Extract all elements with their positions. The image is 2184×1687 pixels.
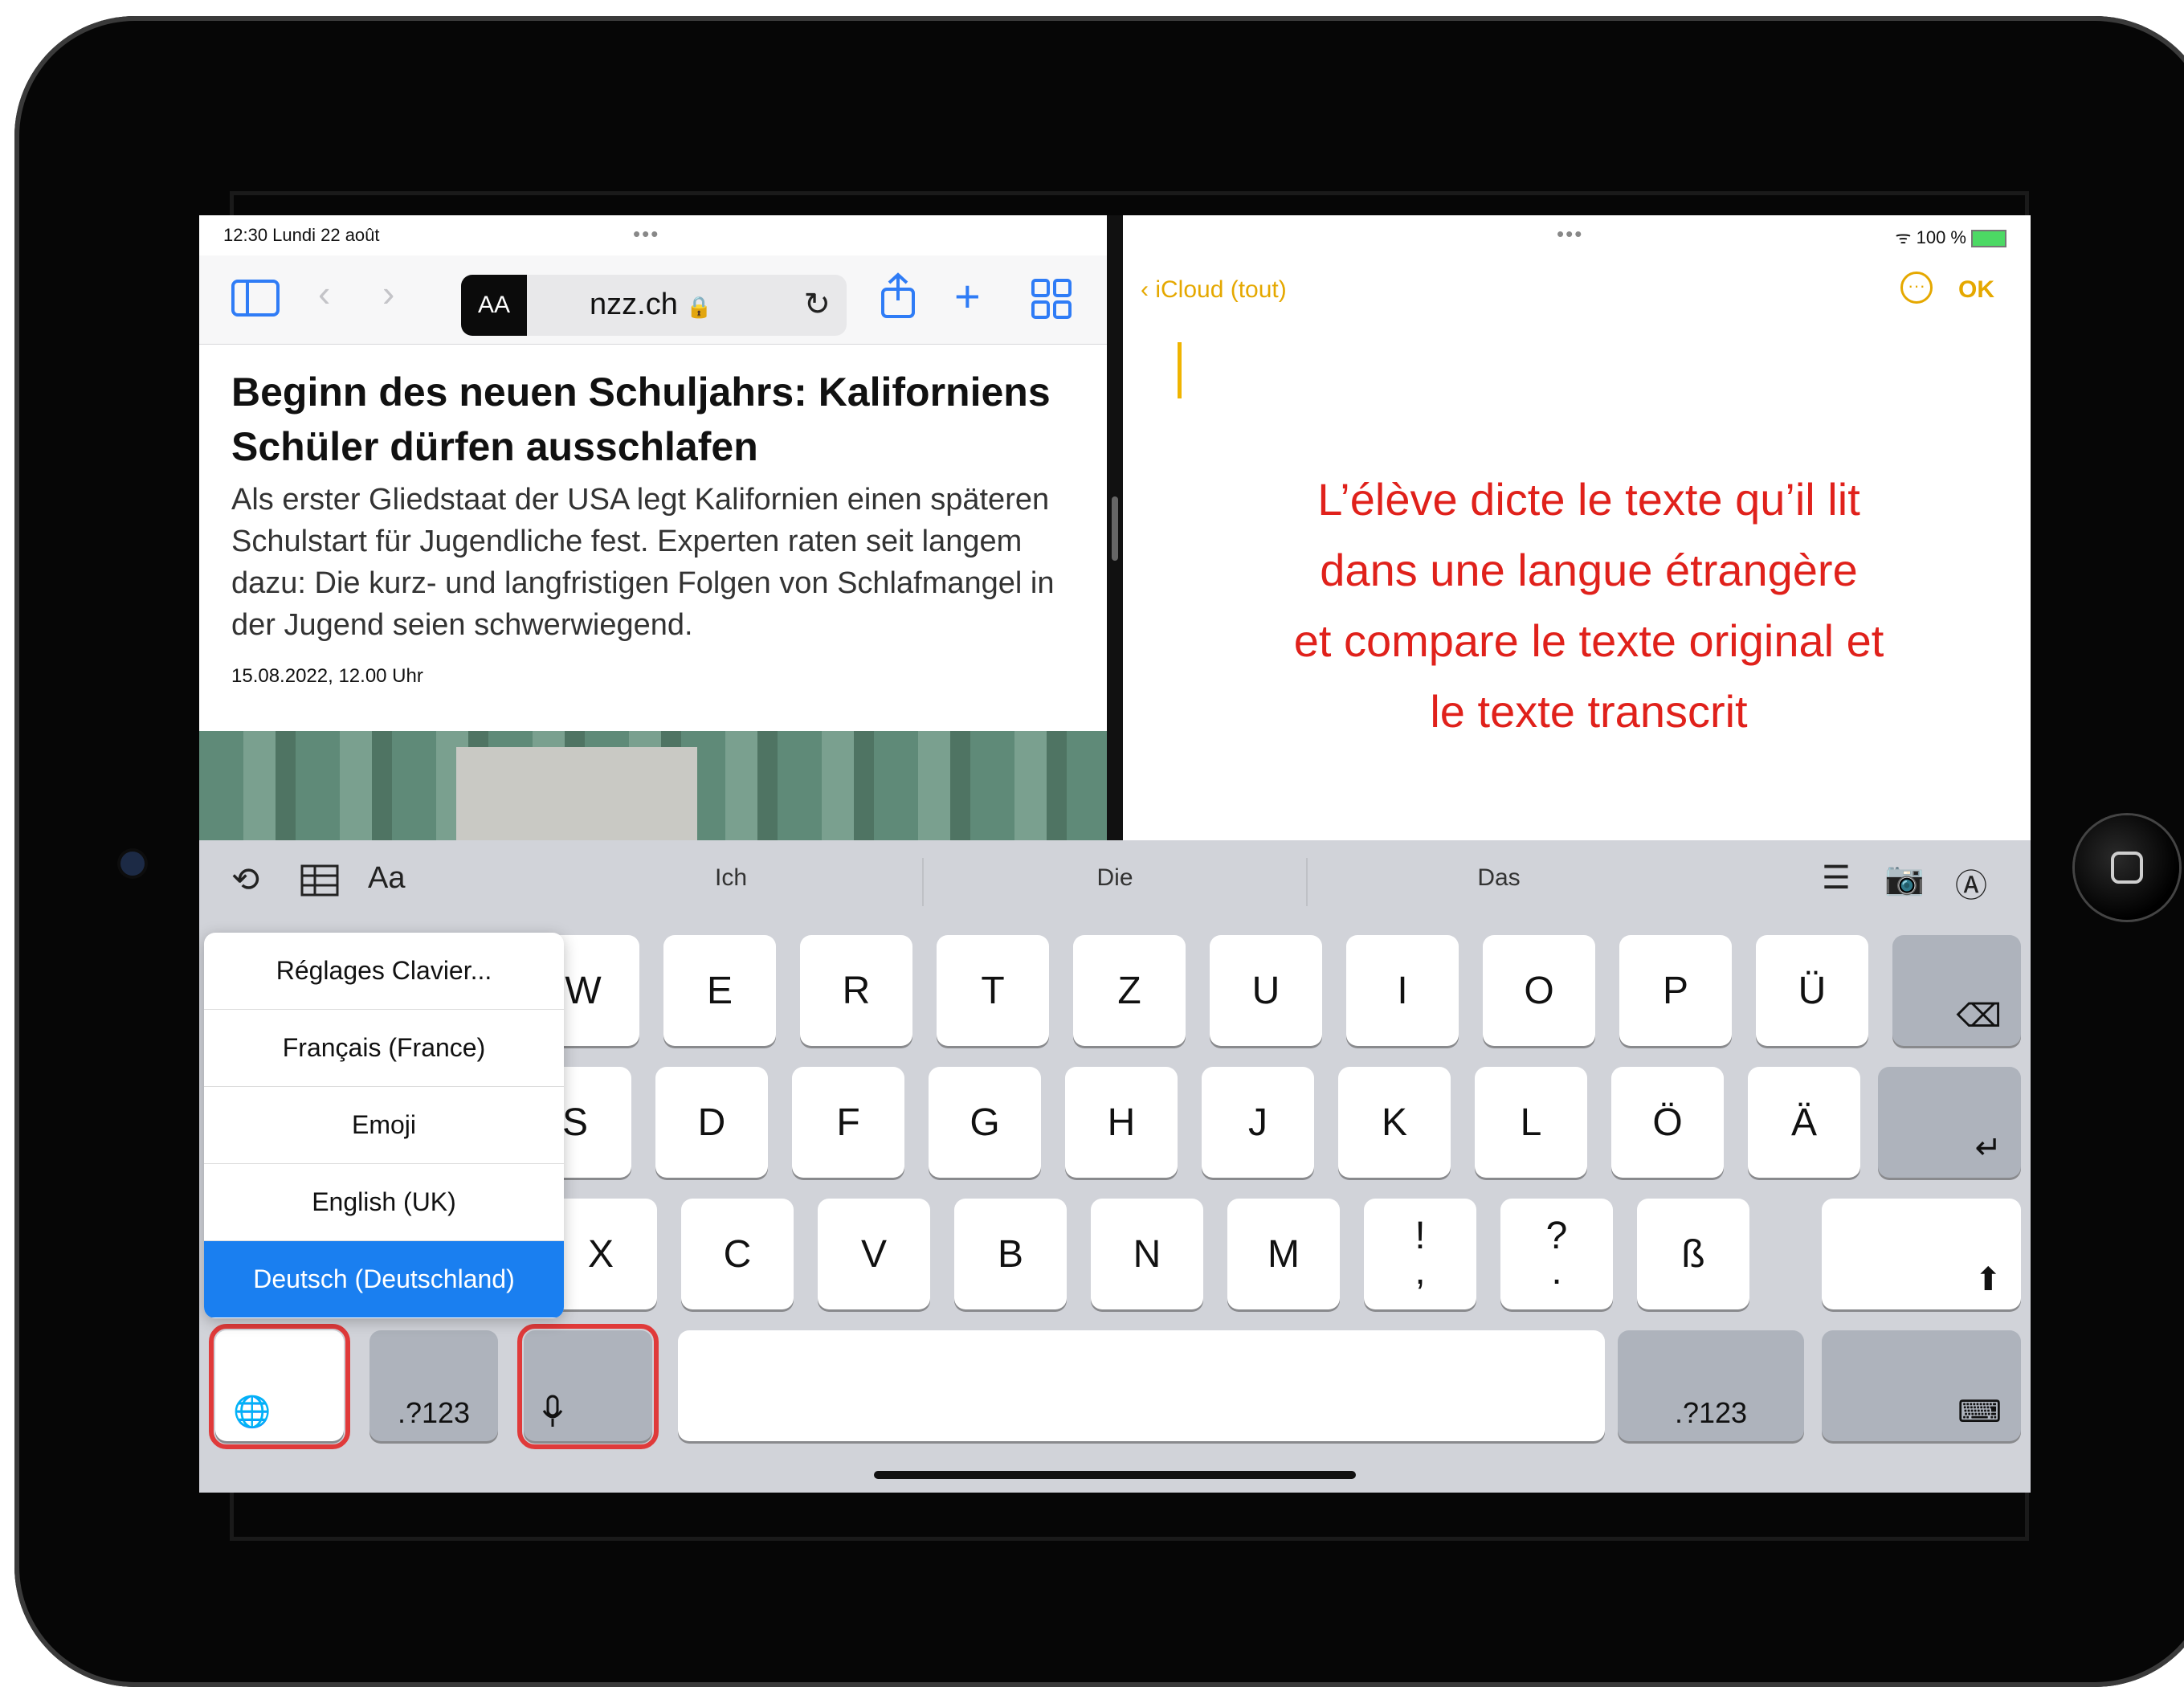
undo-redo-icon[interactable]: ⟲ <box>231 860 259 899</box>
address-bar[interactable]: AA nzz.ch 🔒 ↻ <box>461 275 847 336</box>
hide-keyboard-key[interactable]: ⌨ <box>1822 1330 2021 1441</box>
key-j[interactable]: J <box>1202 1067 1314 1178</box>
key-e[interactable]: E <box>663 935 776 1046</box>
table-icon[interactable] <box>300 864 339 897</box>
return-icon: ↵ <box>1974 1130 2002 1166</box>
key-l[interactable]: L <box>1475 1067 1587 1178</box>
key-exclamation-comma[interactable]: !, <box>1364 1199 1476 1309</box>
home-button[interactable] <box>2075 815 2179 920</box>
numbers-key-left[interactable]: .?123 <box>369 1330 498 1441</box>
status-battery: ᯤ 100 % <box>1895 225 2006 249</box>
wifi-icon: ᯤ <box>1895 227 1912 247</box>
article-lead: Als erster Gliedstaat der USA legt Kalif… <box>231 483 1055 642</box>
key-o[interactable]: O <box>1483 935 1595 1046</box>
front-camera <box>120 852 145 876</box>
key-b[interactable]: B <box>954 1199 1067 1309</box>
lock-icon: 🔒 <box>686 295 712 319</box>
keyboard-shortcut-bar: ⟲ Aa Ich Die Das ☰ 📷 Ⓐ <box>199 840 2031 921</box>
shift-key[interactable]: ⬆ <box>1822 1199 2021 1309</box>
multitask-handle-right[interactable]: ••• <box>1557 222 1583 247</box>
key-f[interactable]: F <box>792 1067 904 1178</box>
back-to-folders-button[interactable]: ‹ iCloud (tout) <box>1141 276 1287 304</box>
multitask-handle-left[interactable]: ••• <box>633 222 659 247</box>
address-text: nzz.ch 🔒 <box>590 288 712 321</box>
menu-francais[interactable]: Français (France) <box>204 1010 564 1087</box>
checklist-icon[interactable]: ☰ <box>1822 860 1851 897</box>
back-arrow-icon[interactable]: ‹ <box>318 272 330 315</box>
suggestion-1[interactable]: Ich <box>610 864 851 892</box>
key-p[interactable]: P <box>1619 935 1732 1046</box>
key-k[interactable]: K <box>1338 1067 1451 1178</box>
article-photo[interactable] <box>199 731 1107 840</box>
forward-arrow-icon[interactable]: › <box>382 272 394 315</box>
shift-icon: ⬆ <box>1974 1262 2002 1297</box>
key-c[interactable]: C <box>681 1199 794 1309</box>
home-indicator[interactable] <box>874 1471 1356 1479</box>
article-headline[interactable]: Beginn des neuen Schuljahrs: Kalifornien… <box>231 365 1083 474</box>
numbers-key-right[interactable]: .?123 <box>1618 1330 1804 1441</box>
suggestion-2[interactable]: Die <box>994 864 1235 892</box>
menu-english-uk[interactable]: English (UK) <box>204 1164 564 1241</box>
camera-icon[interactable]: 📷 <box>1884 860 1925 897</box>
split-view-divider[interactable] <box>1107 215 1123 840</box>
key-i[interactable]: I <box>1346 935 1459 1046</box>
key-r[interactable]: R <box>800 935 912 1046</box>
text-cursor <box>1178 342 1182 398</box>
article-date: 15.08.2022, 12.00 Uhr <box>231 665 423 687</box>
safari-toolbar: ‹ › AA nzz.ch 🔒 ↻ + <box>199 255 1107 345</box>
suggestion-3[interactable]: Das <box>1378 864 1619 892</box>
return-key[interactable]: ↵ <box>1878 1067 2021 1178</box>
done-button[interactable]: OK <box>1958 276 1994 304</box>
text-size-button[interactable]: AA <box>461 275 527 336</box>
backspace-key[interactable]: ⌫ <box>1892 935 2021 1046</box>
menu-deutsch-selected[interactable]: Deutsch (Deutschland) <box>204 1241 564 1317</box>
key-h[interactable]: H <box>1065 1067 1178 1178</box>
keyboard-hide-icon: ⌨ <box>1957 1395 2002 1429</box>
backspace-icon: ⌫ <box>1956 999 2002 1034</box>
key-m[interactable]: M <box>1227 1199 1340 1309</box>
language-menu: Réglages Clavier... Français (France) Em… <box>204 933 564 1318</box>
menu-keyboard-settings[interactable]: Réglages Clavier... <box>204 933 564 1010</box>
notes-pane: ••• ᯤ 100 % ‹ iCloud (tout) ··· OK L’élè… <box>1123 215 2031 840</box>
key-u[interactable]: U <box>1210 935 1322 1046</box>
battery-icon <box>1971 230 2006 248</box>
format-button[interactable]: Aa <box>368 861 405 896</box>
reload-icon[interactable]: ↻ <box>803 286 831 323</box>
key-g[interactable]: G <box>929 1067 1041 1178</box>
key-n[interactable]: N <box>1091 1199 1203 1309</box>
safari-pane: 12:30 Lundi 22 août ••• ‹ › AA nzz.ch 🔒 … <box>199 215 1107 840</box>
key-d[interactable]: D <box>655 1067 768 1178</box>
key-u-umlaut[interactable]: Ü <box>1756 935 1868 1046</box>
space-bar[interactable] <box>678 1330 1605 1441</box>
key-question-period[interactable]: ?. <box>1500 1199 1613 1309</box>
key-a-umlaut[interactable]: Ä <box>1748 1067 1860 1178</box>
key-eszett[interactable]: ß <box>1637 1199 1749 1309</box>
ipad-screen: 12:30 Lundi 22 août ••• ‹ › AA nzz.ch 🔒 … <box>199 215 2031 1493</box>
menu-emoji[interactable]: Emoji <box>204 1087 564 1164</box>
key-v[interactable]: V <box>818 1199 930 1309</box>
dictation-key-highlight <box>517 1324 659 1449</box>
annotation-text: L’élève dicte le texte qu’il lit dans un… <box>1293 474 1884 737</box>
markup-pen-icon[interactable]: Ⓐ <box>1955 860 1987 906</box>
status-time-date: 12:30 Lundi 22 août <box>223 225 380 245</box>
key-z[interactable]: Z <box>1073 935 1186 1046</box>
key-o-umlaut[interactable]: Ö <box>1611 1067 1724 1178</box>
sidebar-icon[interactable] <box>231 280 280 317</box>
onscreen-keyboard: ⟲ Aa Ich Die Das ☰ 📷 Ⓐ W E R T Z U I O P… <box>199 840 2031 1493</box>
more-options-icon[interactable]: ··· <box>1900 272 1933 304</box>
tabs-overview-icon[interactable] <box>1031 278 1072 320</box>
globe-key-highlight <box>209 1324 350 1449</box>
key-t[interactable]: T <box>937 935 1049 1046</box>
share-icon[interactable] <box>878 272 918 320</box>
new-tab-plus-icon[interactable]: + <box>954 270 981 322</box>
